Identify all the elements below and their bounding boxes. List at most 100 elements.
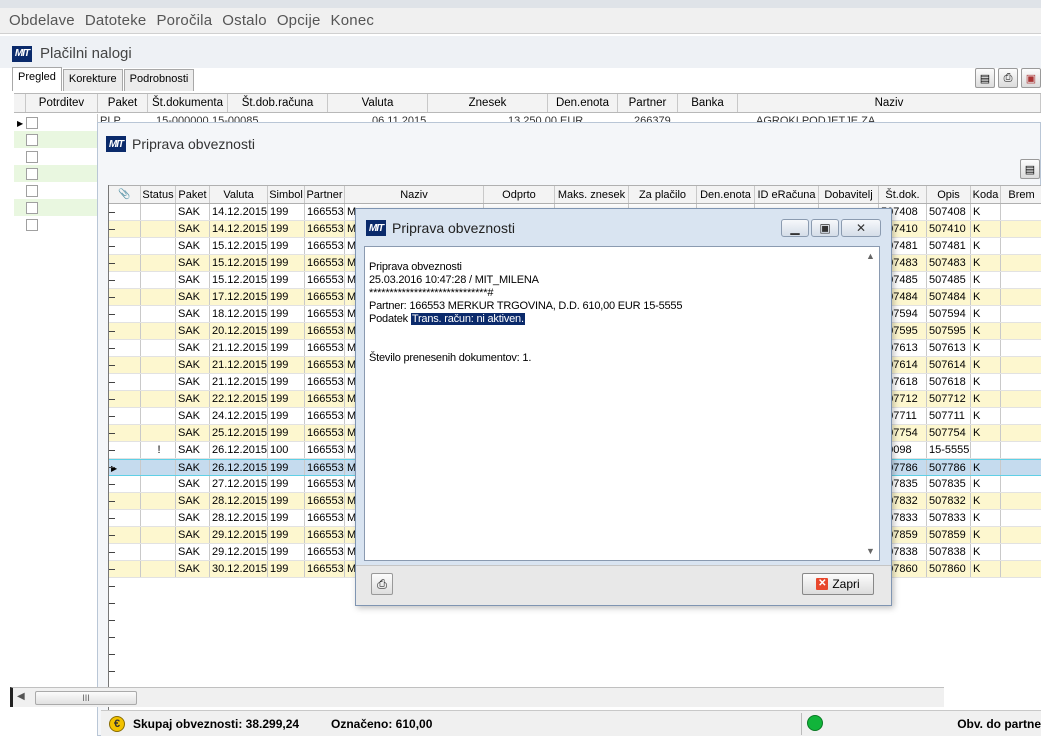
row-marker (109, 331, 115, 332)
potrditev-checkbox[interactable] (26, 117, 38, 129)
menu-porocila[interactable]: Poročila (151, 12, 217, 29)
cell-paket: SAK (176, 340, 210, 356)
cell-paket: SAK (176, 272, 210, 288)
potrditev-checkbox[interactable] (26, 202, 38, 214)
cell-opis: 507618 (927, 374, 971, 390)
cell-empty (1001, 323, 1041, 339)
horizontal-scrollbar[interactable]: ◀ III (10, 687, 944, 707)
col-banka[interactable]: Banka (678, 94, 738, 112)
vertical-scrollbar[interactable]: ▲ ▼ (862, 247, 879, 560)
scroll-down-icon[interactable]: ▼ (866, 546, 875, 556)
menu-datoteke[interactable]: Datoteke (80, 12, 152, 29)
potrditev-checkbox[interactable] (26, 185, 38, 197)
grid-column-header[interactable]: Paket (176, 186, 210, 203)
potrditev-checkbox[interactable] (26, 134, 38, 146)
cell-partner: 166553 (307, 357, 345, 373)
grid-column-header[interactable]: Naziv (345, 186, 484, 203)
grid-column-header[interactable]: Odprto (484, 186, 555, 203)
col-potrditev[interactable]: Potrditev (26, 94, 98, 112)
grid-column-header[interactable]: ID eRačuna (755, 186, 819, 203)
grid-column-header[interactable]: Koda (971, 186, 1001, 203)
document-icon[interactable]: ▤ (1020, 159, 1040, 179)
potrditev-checkbox[interactable] (26, 151, 38, 163)
cell-partner: 166553 (307, 391, 345, 407)
col-st-dob-racuna[interactable]: Št.dob.računa (228, 94, 328, 112)
tab-pregled[interactable]: Pregled (12, 67, 62, 91)
col-znesek[interactable]: Znesek (428, 94, 548, 112)
close-icon[interactable]: ✕ (841, 219, 881, 237)
cell-paket: SAK (176, 493, 210, 509)
dialog-line: Število prenesenih dokumentov: 1. (369, 352, 532, 364)
grid-column-header[interactable]: Valuta (210, 186, 268, 203)
cell-opis: 507835 (927, 476, 971, 492)
potrditev-checkbox[interactable] (26, 219, 38, 231)
cell-partner: 166553 (307, 408, 345, 424)
col-valuta[interactable]: Valuta (328, 94, 428, 112)
dialog-title: Priprava obveznosti (392, 220, 515, 236)
menu-opcije[interactable]: Opcije (272, 12, 326, 29)
zapri-button[interactable]: ✕ Zapri (802, 573, 874, 595)
menu-ostalo[interactable]: Ostalo (217, 12, 272, 29)
cell-empty (1001, 425, 1041, 441)
mit-logo: MIT (12, 45, 32, 62)
cell-paket: SAK (176, 476, 210, 492)
export-icon[interactable]: ▣ (1021, 68, 1041, 88)
document-icon[interactable]: ▤ (975, 68, 995, 88)
cell-valuta: 21.12.2015 (212, 374, 268, 390)
cell-simbol: 199 (268, 340, 305, 356)
potrditev-checkbox[interactable] (26, 168, 38, 180)
cell-valuta: 20.12.2015 (212, 323, 268, 339)
tab-korekture[interactable]: Korekture (62, 69, 123, 91)
tab-podrobnosti[interactable]: Podrobnosti (123, 69, 195, 91)
cell-paket: SAK (176, 374, 210, 390)
scroll-left-icon[interactable]: ◀ (17, 691, 25, 702)
outer-title-group: MIT Plačilni nalogi (12, 45, 132, 62)
cell-status (141, 357, 176, 373)
menu-konec[interactable]: Konec (326, 12, 380, 29)
cell-opis: 507484 (927, 289, 971, 305)
cell-empty (1001, 272, 1041, 288)
col-st-dokumenta[interactable]: Št.dokumenta (148, 94, 228, 112)
menu-obdelave[interactable]: Obdelave (4, 12, 80, 29)
col-paket[interactable]: Paket (98, 94, 148, 112)
cell-partner: 166553 (307, 510, 345, 526)
grid-column-header[interactable]: Simbol (268, 186, 305, 203)
grid-column-header[interactable]: Status (141, 186, 176, 203)
cell-valuta: 14.12.2015 (212, 204, 268, 220)
grid-column-header[interactable]: Maks. znesek (555, 186, 629, 203)
cell-koda: K (971, 493, 1001, 509)
print-icon[interactable]: ⎙ (998, 68, 1018, 88)
grid-column-header[interactable]: Dobavitelj (819, 186, 879, 203)
cell-empty (1001, 561, 1041, 577)
cell-koda: K (971, 255, 1001, 271)
col-den-enota[interactable]: Den.enota (548, 94, 618, 112)
cell-valuta: 27.12.2015 (212, 476, 268, 492)
grid-column-header[interactable]: Št.dok. (879, 186, 927, 203)
attachment-column-header[interactable]: 📎 (109, 186, 141, 203)
dialog-text-area[interactable]: Priprava obveznosti 25.03.2016 10:47:28 … (364, 246, 880, 561)
grid-column-header[interactable]: Za plačilo (629, 186, 697, 203)
cell-koda: K (971, 460, 1001, 475)
grid-column-header[interactable]: Den.enota (697, 186, 755, 203)
maximize-icon[interactable]: ▣ (811, 219, 839, 237)
cell-koda: K (971, 221, 1001, 237)
cell-valuta: 15.12.2015 (212, 272, 268, 288)
row-marker (109, 246, 115, 247)
cell-empty (1001, 476, 1041, 492)
col-naziv[interactable]: Naziv (738, 94, 1041, 112)
cell-valuta: 15.12.2015 (212, 238, 268, 254)
cell-valuta: 21.12.2015 (212, 340, 268, 356)
cell-empty (1001, 460, 1041, 475)
print-button[interactable]: ⎙ (371, 573, 393, 595)
col-partner[interactable]: Partner (618, 94, 678, 112)
minimize-icon[interactable]: ▁ (781, 219, 809, 237)
grid-column-header[interactable]: Brem (1001, 186, 1041, 203)
cell-partner: 166553 (307, 204, 345, 220)
scroll-up-icon[interactable]: ▲ (866, 251, 875, 261)
grid-column-header[interactable]: Opis (927, 186, 971, 203)
scroll-thumb[interactable]: III (35, 691, 137, 705)
status-divider (801, 713, 802, 735)
row-marker (109, 484, 115, 485)
cell-simbol: 199 (268, 510, 305, 526)
grid-column-header[interactable]: Partner (305, 186, 345, 203)
